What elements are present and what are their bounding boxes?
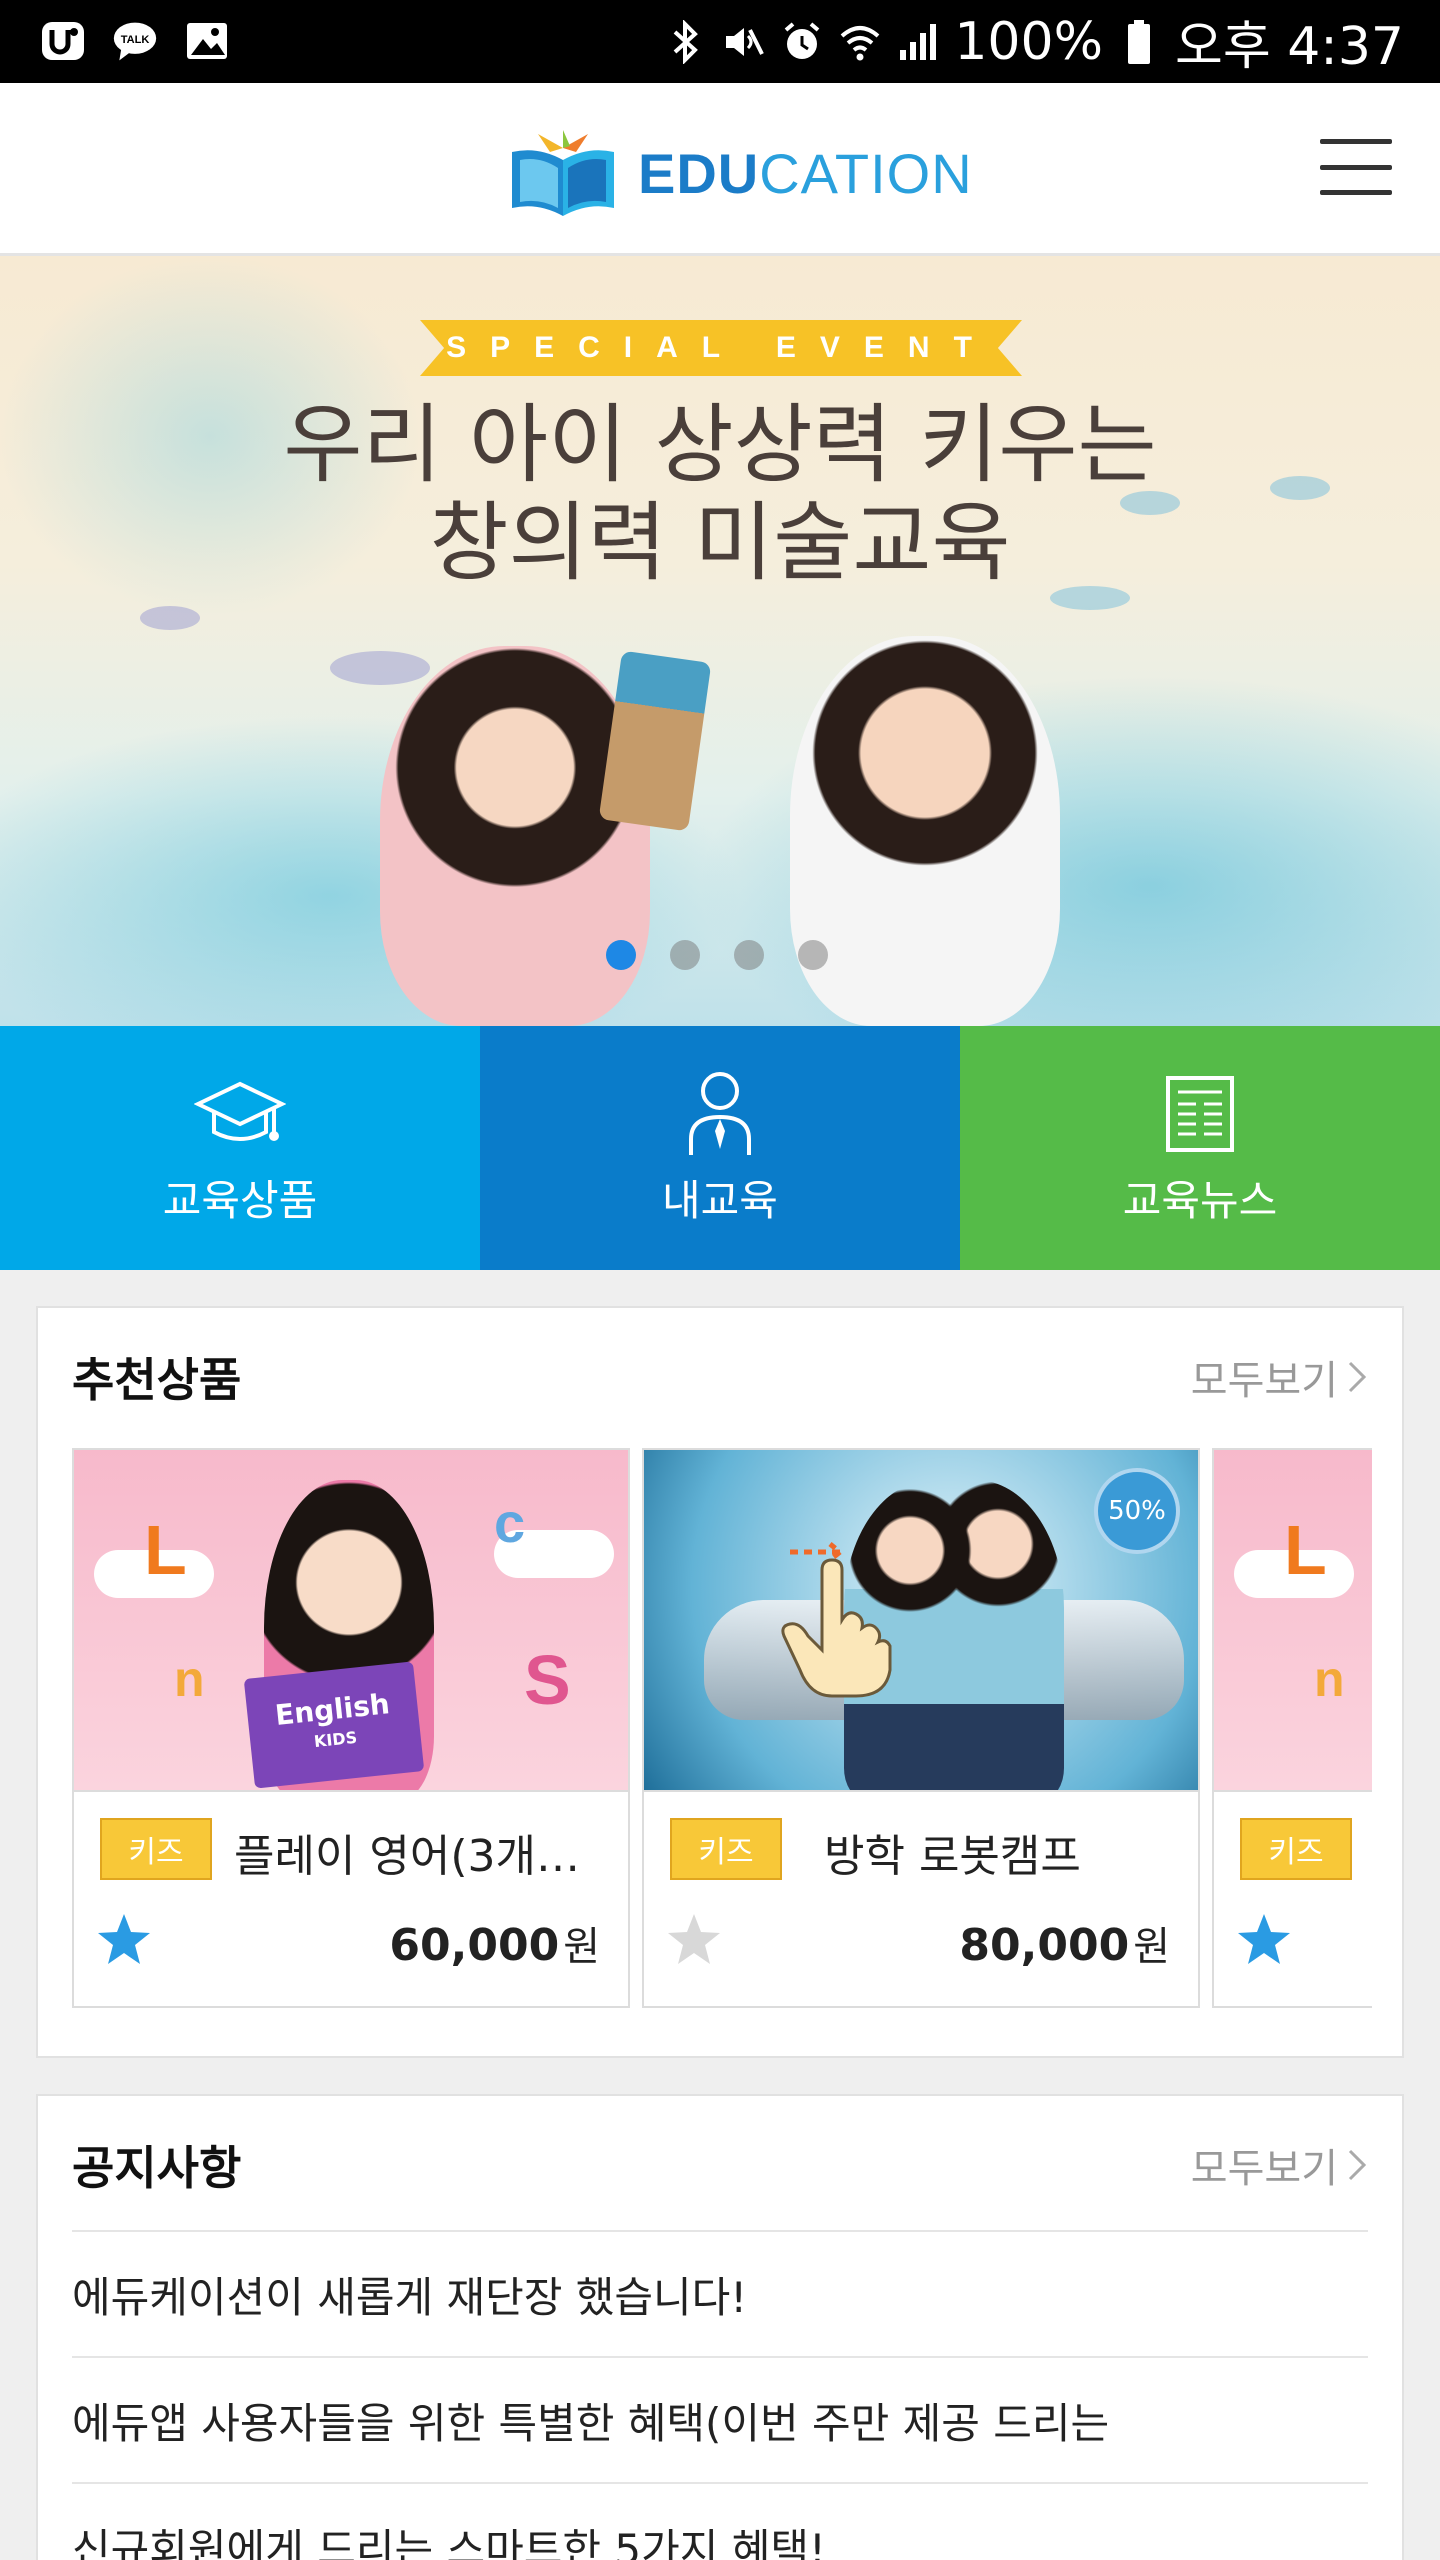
bluetooth-icon: [664, 19, 708, 64]
special-event-badge: SPECIAL EVENT: [420, 320, 1022, 376]
recommended-card: 추천상품 모두보기 L c S n English KIDS 키즈 플레이 영어…: [36, 1306, 1404, 2058]
fish-illustration: [330, 651, 430, 685]
product-card[interactable]: L n 키즈: [1212, 1448, 1372, 2008]
tile-label: 내교육: [662, 1175, 778, 1225]
status-bar: TALK 100% 오후 4:37: [0, 0, 1440, 83]
tile-education-products[interactable]: 교육상품: [0, 1026, 480, 1270]
paint-brush: [598, 650, 712, 832]
svg-text:TALK: TALK: [121, 34, 150, 46]
letter-decoration: n: [1314, 1651, 1345, 1707]
see-all-link[interactable]: 모두보기: [1191, 2136, 1368, 2194]
hamburger-icon-bar: [1320, 139, 1392, 144]
open-book-icon: [512, 130, 614, 216]
hamburger-icon-bar: [1320, 164, 1392, 170]
chevron-right-icon: [1348, 2149, 1367, 2181]
person-icon: [670, 1069, 770, 1159]
product-price: 60,000 원: [389, 1920, 600, 1971]
hamburger-icon-bar: [1320, 190, 1392, 195]
banner-headline: 우리 아이 상상력 키우는 창의력 미술교육: [283, 395, 1157, 593]
letter-decoration: L: [1284, 1511, 1327, 1589]
letter-decoration: n: [174, 1651, 205, 1707]
battery-icon: [1117, 19, 1161, 64]
carousel-indicator: [606, 940, 828, 970]
notice-list: 에듀케이션이 새롭게 재단장 했습니다! 에듀앱 사용자들을 위한 특별한 혜택…: [72, 2230, 1368, 2560]
product-price: 80,000 원: [959, 1920, 1170, 1971]
carousel-dot[interactable]: [798, 940, 828, 970]
image-icon: [184, 18, 230, 64]
boy-with-brush-photo: [790, 636, 1060, 1026]
signal-icon: [896, 20, 940, 64]
star-icon[interactable]: [94, 1910, 154, 1970]
letter-decoration: c: [494, 1491, 526, 1554]
tile-label: 교육상품: [162, 1175, 318, 1225]
notices-card: 공지사항 모두보기 에듀케이션이 새롭게 재단장 했습니다! 에듀앱 사용자들을…: [36, 2094, 1404, 2560]
recommended-title: 추천상품: [72, 1353, 242, 1407]
category-tag: 키즈: [100, 1818, 212, 1880]
tile-education-news[interactable]: 교육뉴스: [960, 1026, 1440, 1270]
hamburger-menu-button[interactable]: [1320, 139, 1392, 195]
notices-title: 공지사항: [72, 2141, 242, 2195]
kakaotalk-icon: TALK: [112, 18, 158, 64]
product-image: L n: [1214, 1450, 1372, 1792]
battery-percent: 100%: [954, 11, 1104, 72]
logo-text: EDUCATION: [638, 141, 973, 205]
see-all-link[interactable]: 모두보기: [1191, 1348, 1368, 1406]
category-tag: 키즈: [1240, 1818, 1352, 1880]
letter-decoration: S: [524, 1641, 571, 1719]
education-logo[interactable]: EDUCATION: [508, 128, 973, 218]
tile-my-education[interactable]: 내교육: [480, 1026, 960, 1270]
product-card[interactable]: L c S n English KIDS 키즈 플레이 영어(3개… 60,00…: [72, 1448, 630, 2008]
product-name: 플레이 영어(3개…: [234, 1831, 581, 1882]
letter-decoration: L: [144, 1511, 187, 1589]
product-image: L c S n English KIDS: [74, 1450, 628, 1792]
carousel-dot[interactable]: [734, 940, 764, 970]
tap-gesture-hand-icon: [781, 1542, 892, 1698]
fish-illustration: [140, 606, 200, 630]
discount-badge: 50%: [1094, 1468, 1180, 1554]
notice-item[interactable]: 신규회원에게 드리는 스마트한 5가지 혜택!: [72, 2482, 1368, 2560]
alarm-icon: [780, 20, 824, 64]
product-card[interactable]: 50% 키즈 방학 로봇캠프 80,000 원: [642, 1448, 1200, 2008]
mute-icon: [722, 20, 766, 64]
event-banner[interactable]: SPECIAL EVENT 우리 아이 상상력 키우는 창의력 미술교육: [0, 256, 1440, 1026]
english-book: English KIDS: [243, 1661, 425, 1789]
carousel-dot[interactable]: [606, 940, 636, 970]
app-header: EDUCATION: [0, 83, 1440, 256]
product-carousel[interactable]: L c S n English KIDS 키즈 플레이 영어(3개… 60,00…: [72, 1448, 1372, 2008]
carousel-dot[interactable]: [670, 940, 700, 970]
chevron-right-icon: [1348, 1361, 1367, 1393]
notice-item[interactable]: 에듀앱 사용자들을 위한 특별한 혜택(이번 주만 제공 드리는: [72, 2356, 1368, 2482]
notice-item[interactable]: 에듀케이션이 새롭게 재단장 했습니다!: [72, 2230, 1368, 2356]
u-plus-icon: [40, 18, 86, 64]
clock: 오후 4:37: [1175, 17, 1404, 77]
news-icon: [1150, 1069, 1250, 1159]
product-name: 방학 로봇캠프: [824, 1831, 1081, 1882]
product-image: 50%: [644, 1450, 1198, 1792]
graduation-cap-icon: [190, 1069, 290, 1159]
tile-label: 교육뉴스: [1122, 1175, 1278, 1225]
wifi-icon: [838, 20, 882, 64]
category-tag: 키즈: [670, 1818, 782, 1880]
star-icon[interactable]: [1234, 1910, 1294, 1970]
category-tiles: 교육상품 내교육 교육뉴스: [0, 1026, 1440, 1270]
star-icon[interactable]: [664, 1910, 724, 1970]
